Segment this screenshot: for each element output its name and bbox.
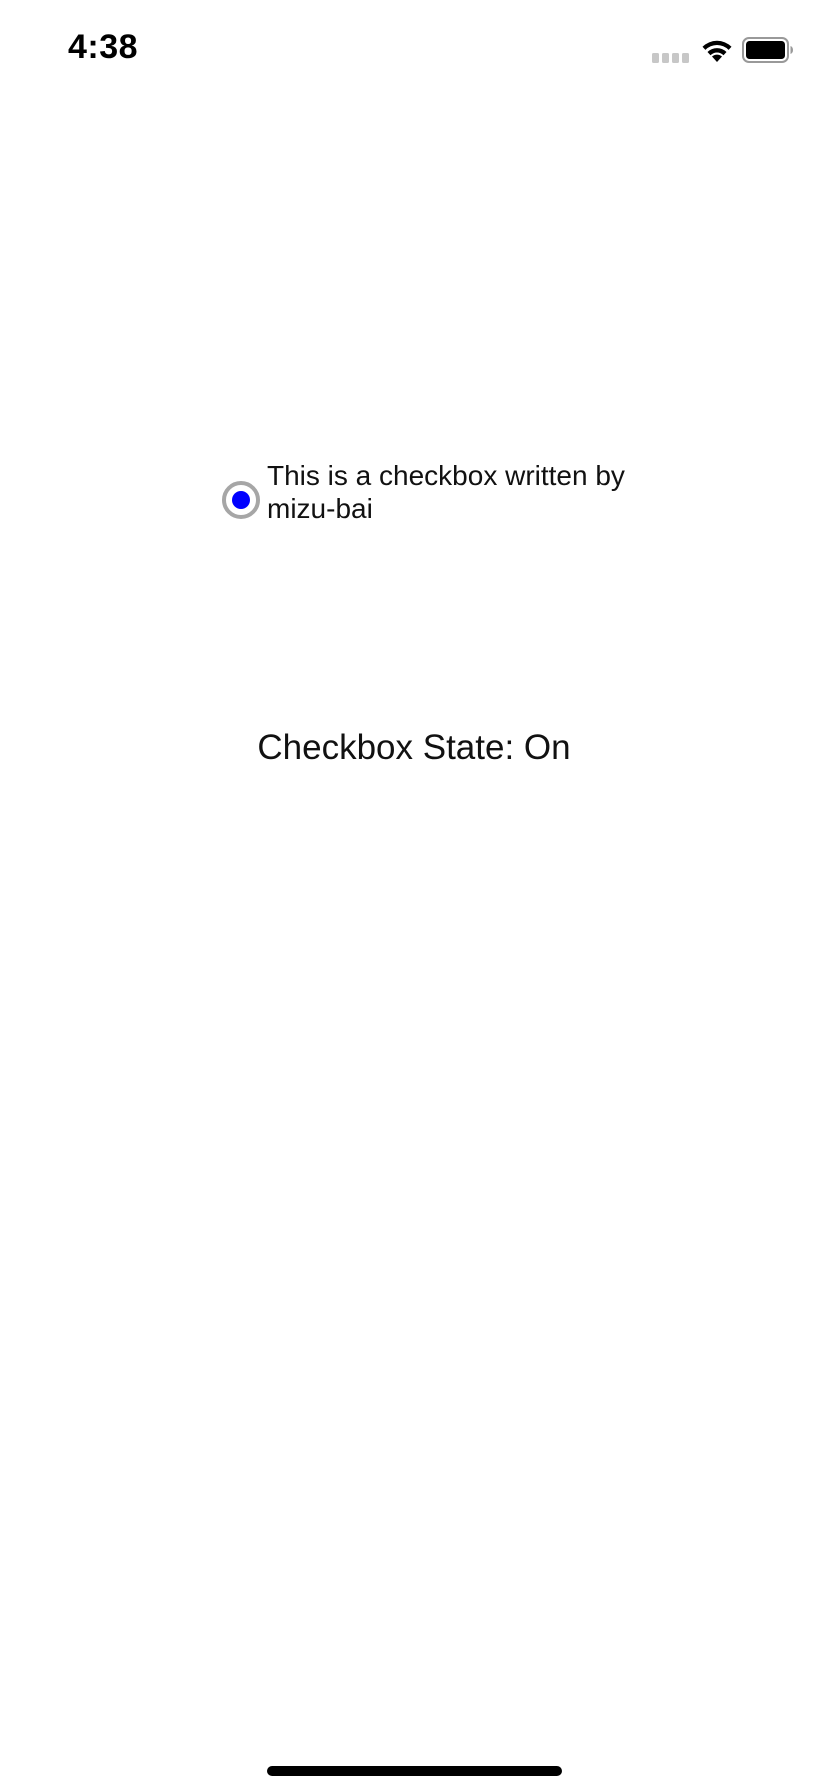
checkbox-indicator[interactable]	[222, 481, 260, 519]
cellular-signal-icon	[652, 53, 690, 63]
status-time: 4:38	[68, 28, 139, 66]
battery-icon	[742, 37, 793, 63]
checkbox-checked-dot	[232, 491, 250, 509]
wifi-icon	[702, 40, 732, 62]
checkbox-label[interactable]: This is a checkbox written by mizu-bai	[267, 459, 627, 525]
checkbox-state-text: Checkbox State: On	[257, 728, 571, 767]
status-bar: 4:38	[0, 0, 828, 100]
checkbox[interactable]: This is a checkbox written by mizu-bai	[222, 457, 625, 527]
home-indicator[interactable]	[267, 1766, 562, 1776]
app-screen: 4:38 This is a checkbox written by mizu-…	[0, 0, 828, 1792]
